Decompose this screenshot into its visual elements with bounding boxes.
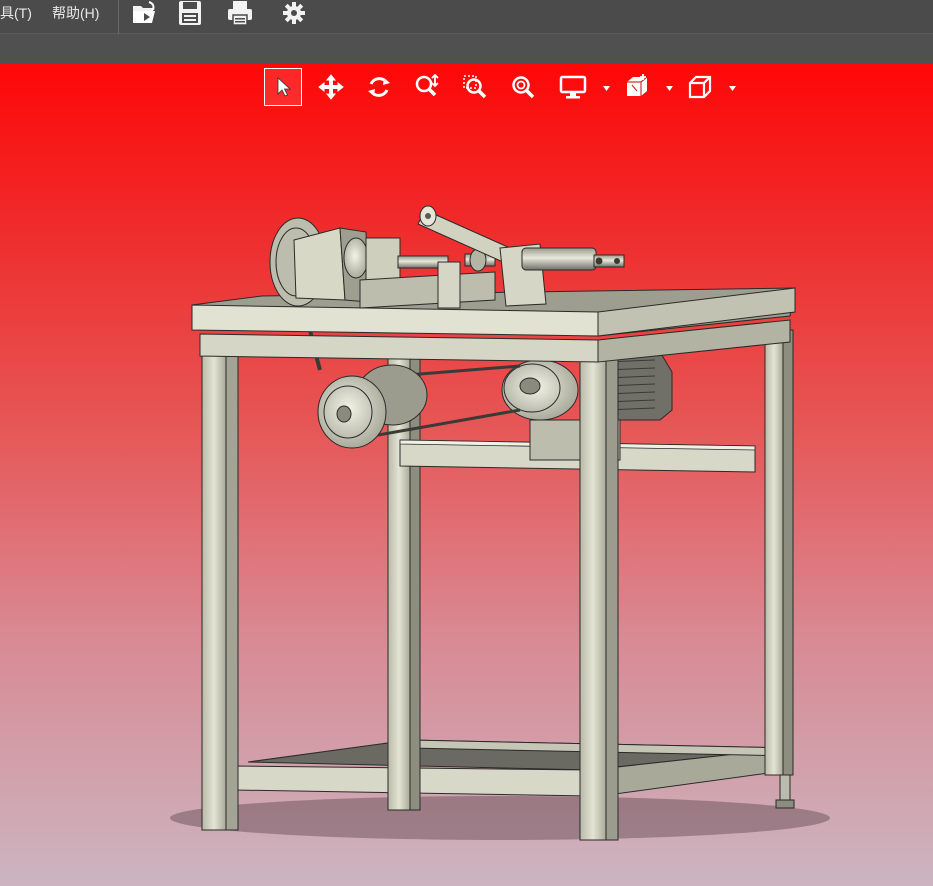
open-icon xyxy=(133,1,155,23)
options-button[interactable] xyxy=(280,0,308,26)
menu-separator xyxy=(118,0,119,34)
save-button[interactable] xyxy=(176,0,204,26)
print-button[interactable] xyxy=(226,0,254,26)
cad-model-machine-frame[interactable] xyxy=(0,63,933,886)
open-button[interactable] xyxy=(130,0,158,26)
menu-help[interactable]: 帮助(H) xyxy=(52,4,99,22)
save-icon xyxy=(179,1,201,25)
menu-bar: 具(T) 帮助(H) xyxy=(0,0,933,34)
graphics-viewport[interactable] xyxy=(0,63,933,886)
menu-tools[interactable]: 具(T) xyxy=(0,4,32,22)
print-icon xyxy=(228,1,252,26)
command-manager-bar xyxy=(0,34,933,63)
options-gear-icon xyxy=(283,2,305,24)
